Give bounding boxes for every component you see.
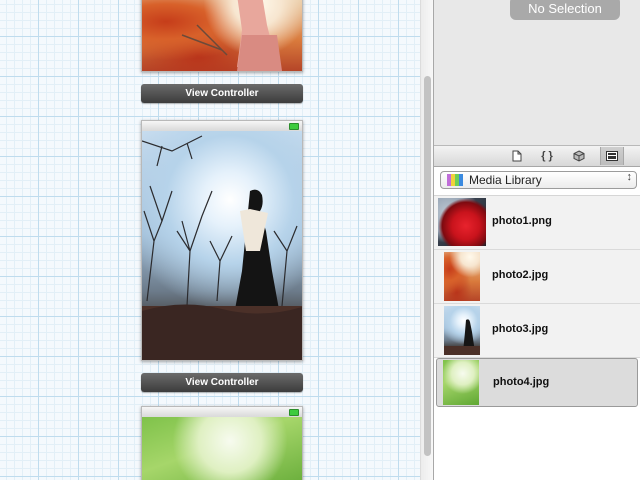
item-name: photo3.jpg	[492, 323, 549, 335]
autumn-girl-thumbnail	[444, 252, 480, 301]
object-cube-icon[interactable]	[568, 147, 590, 165]
scene-2-photo	[142, 131, 302, 360]
updown-arrows-icon: ↕	[626, 171, 633, 183]
winter-girl-thumbnail	[444, 306, 480, 355]
girl-figure	[181, 0, 282, 71]
view-controller-bar-1[interactable]: View Controller	[141, 84, 303, 103]
red-rose-thumbnail	[438, 198, 486, 246]
battery-icon	[289, 409, 299, 416]
list-item[interactable]: photo3.jpg	[434, 304, 640, 358]
scroll-thumb[interactable]	[424, 76, 431, 456]
battery-icon	[289, 123, 299, 130]
item-name: photo1.png	[492, 215, 552, 227]
list-item[interactable]: photo1.png	[434, 196, 640, 250]
code-snippet-icon[interactable]: { }	[536, 147, 558, 165]
scene-1-photo	[142, 0, 302, 71]
green-park-thumbnail	[443, 360, 479, 405]
scene-2[interactable]	[141, 120, 303, 361]
scene-1[interactable]	[141, 0, 303, 72]
media-library-icon	[447, 174, 463, 186]
girl-and-trees	[142, 135, 302, 360]
view-controller-label: View Controller	[185, 377, 259, 388]
view-controller-label: View Controller	[185, 88, 259, 99]
inspector-pane	[434, 0, 640, 146]
media-library-label: Media Library	[469, 173, 542, 187]
no-selection-badge: No Selection	[510, 0, 620, 20]
item-name: photo2.jpg	[492, 269, 549, 281]
list-item-selected[interactable]: photo4.jpg	[436, 358, 638, 407]
media-icon[interactable]	[600, 147, 624, 165]
library-tab-bar: { }	[434, 145, 640, 167]
media-library-select[interactable]: Media Library ↕	[440, 171, 637, 189]
canvas-scrollbar[interactable]	[420, 0, 434, 480]
storyboard-canvas[interactable]: View Controller View Controller	[0, 0, 420, 480]
file-template-icon[interactable]	[506, 147, 528, 165]
list-item[interactable]: photo2.jpg	[434, 250, 640, 304]
media-list: photo1.png photo2.jpg photo3.jpg photo4.…	[434, 195, 640, 407]
view-controller-bar-2[interactable]: View Controller	[141, 373, 303, 392]
scene-3[interactable]	[141, 406, 303, 480]
scene-3-photo	[142, 417, 302, 480]
item-name: photo4.jpg	[493, 376, 550, 388]
